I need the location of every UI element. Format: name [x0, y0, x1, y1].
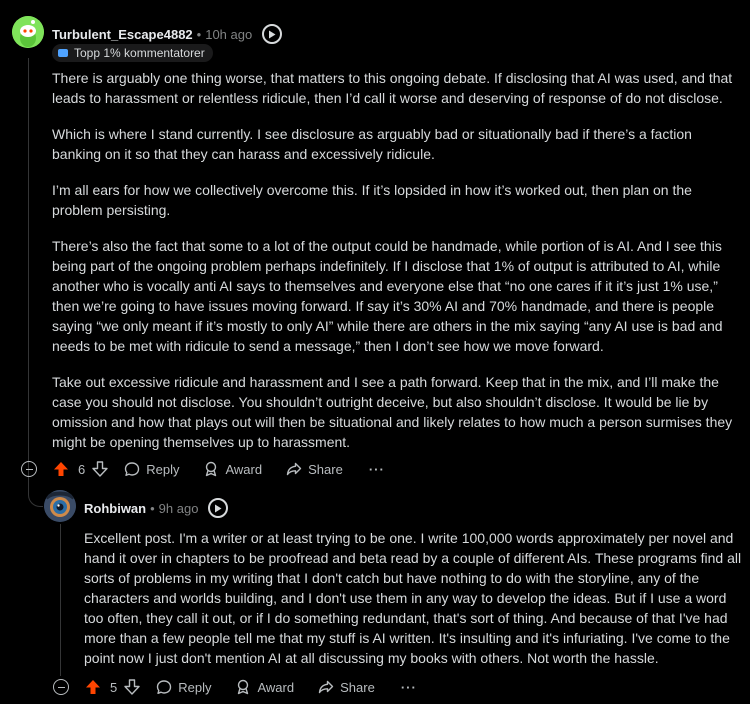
- share-icon: [286, 462, 302, 476]
- award-icon: [206, 461, 217, 477]
- user-flair: Topp 1% kommentatorer: [52, 44, 213, 62]
- flair-icon: [58, 49, 68, 57]
- upvote-arrow-icon: [54, 462, 68, 476]
- play-icon[interactable]: [262, 24, 283, 44]
- avatar[interactable]: [12, 16, 44, 48]
- meta-separator: •: [196, 26, 202, 42]
- downvote-arrow-icon: [92, 461, 108, 477]
- comment-paragraph: I’m all ears for how we collectively ove…: [52, 182, 692, 218]
- share-button[interactable]: Share: [286, 461, 343, 477]
- reply-icon: [157, 680, 172, 694]
- more-options-icon[interactable]: ···: [369, 462, 385, 477]
- more-options-icon[interactable]: ···: [401, 680, 417, 695]
- reply-label: Reply: [178, 679, 212, 695]
- reply-button[interactable]: Reply: [124, 461, 179, 477]
- award-label: Award: [225, 461, 263, 477]
- timestamp[interactable]: 10h ago: [205, 27, 252, 42]
- avatar[interactable]: [44, 490, 76, 522]
- collapse-button[interactable]: [21, 461, 37, 477]
- award-label: Award: [257, 679, 295, 695]
- downvote-button[interactable]: [124, 679, 140, 695]
- award-icon: [238, 679, 249, 695]
- comment-paragraph: There’s also the fact that some to a lot…: [52, 238, 723, 354]
- downvote-button[interactable]: [92, 461, 108, 477]
- flair-label: Topp 1% kommentatorer: [74, 46, 205, 60]
- upvote-button[interactable]: [53, 461, 69, 477]
- comment-paragraph: Which is where I stand currently. I see …: [52, 126, 692, 162]
- comment-actions: 5 Reply Award Share ···: [53, 679, 417, 695]
- comment-actions: 6 Reply Award Share ···: [21, 461, 385, 477]
- thread-line: [28, 58, 29, 458]
- award-button[interactable]: Award: [203, 461, 262, 477]
- comment-meta: Turbulent_Escape4882 • 10h ago: [52, 24, 283, 44]
- reply-icon: [125, 462, 140, 476]
- upvote-arrow-icon: [86, 680, 100, 694]
- reply-button[interactable]: Reply: [156, 679, 211, 695]
- vote-count: 5: [110, 679, 118, 695]
- comment-paragraph: Excellent post. I'm a writer or at least…: [84, 530, 742, 666]
- share-label: Share: [308, 461, 343, 477]
- collapse-button[interactable]: [53, 679, 69, 695]
- share-label: Share: [340, 679, 375, 695]
- comment-body: Excellent post. I'm a writer or at least…: [84, 528, 742, 684]
- vote-count: 6: [78, 461, 86, 477]
- award-button[interactable]: Award: [235, 679, 294, 695]
- reply-label: Reply: [146, 461, 180, 477]
- share-icon: [318, 680, 334, 694]
- username[interactable]: Turbulent_Escape4882: [52, 27, 193, 42]
- play-icon[interactable]: [208, 498, 229, 518]
- comment-paragraph: There is arguably one thing worse, that …: [52, 70, 733, 106]
- comment-meta: Rohbiwan • 9h ago: [84, 498, 229, 518]
- timestamp[interactable]: 9h ago: [159, 501, 199, 516]
- comment-paragraph: Take out excessive ridicule and harassme…: [52, 374, 733, 450]
- meta-separator: •: [150, 500, 155, 516]
- username[interactable]: Rohbiwan: [84, 501, 146, 516]
- share-button[interactable]: Share: [318, 679, 375, 695]
- comment-body: There is arguably one thing worse, that …: [52, 68, 742, 468]
- snoo-avatar-icon: [12, 16, 44, 48]
- user-photo-icon: [44, 490, 76, 522]
- downvote-arrow-icon: [124, 679, 140, 695]
- reply-thread-line: [60, 524, 61, 676]
- upvote-button[interactable]: [85, 679, 101, 695]
